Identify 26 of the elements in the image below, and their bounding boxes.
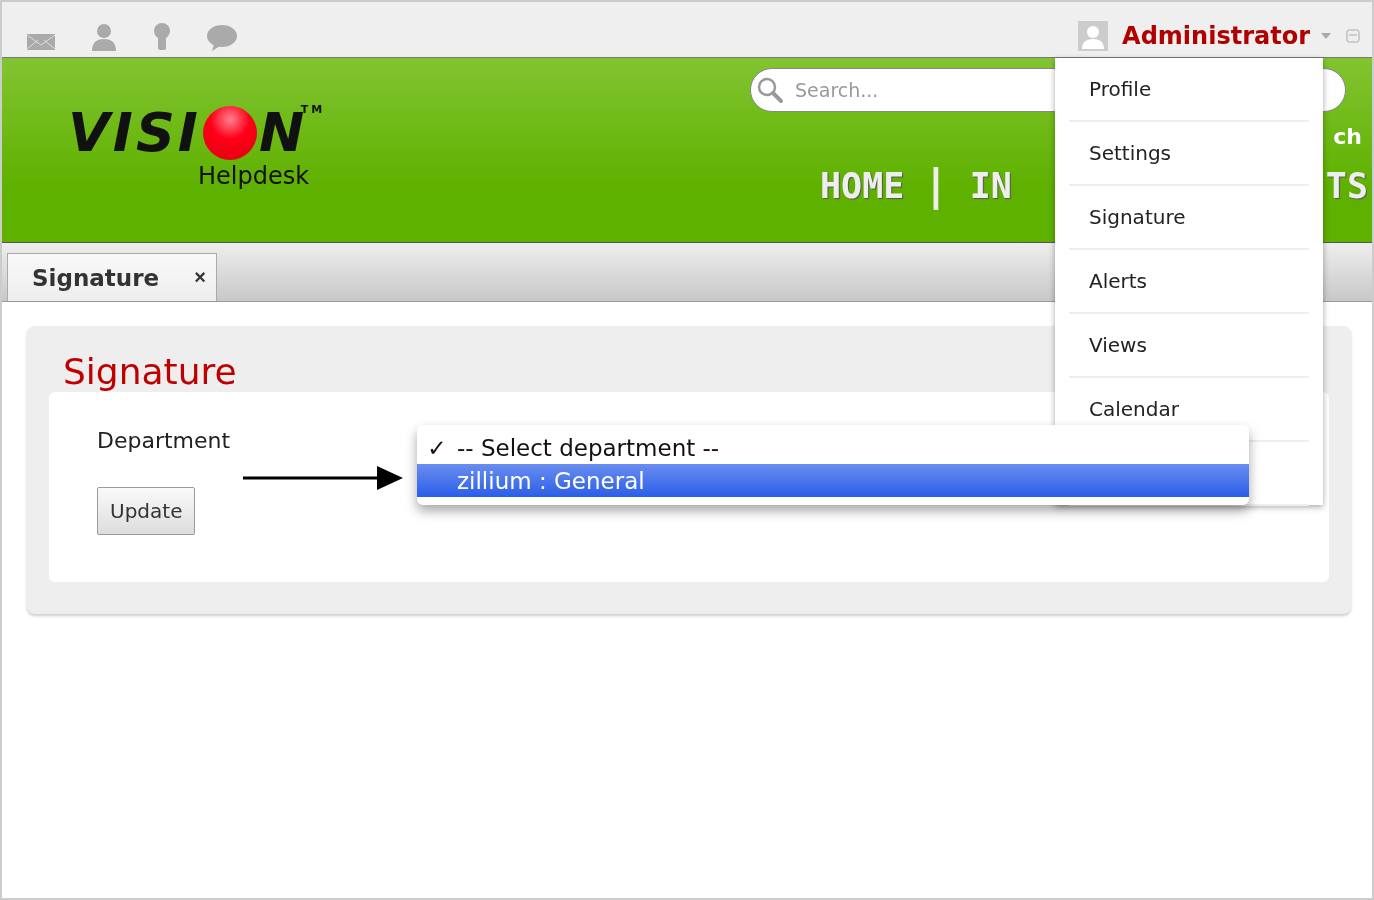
panel-title: Signature	[63, 352, 238, 392]
logo-wordmark: VISI N$^{TM}$	[68, 106, 326, 160]
check-mark: ✓	[427, 434, 447, 461]
field-label: Department	[97, 427, 231, 453]
logo-subtitle: Helpdesk	[198, 162, 310, 190]
menu-item[interactable]: Settings	[1089, 141, 1172, 165]
menu-item[interactable]: Calendar	[1089, 397, 1179, 421]
user-menu-button[interactable]: Administrator	[1122, 22, 1332, 50]
caret-icon	[1320, 32, 1332, 40]
search-icon	[756, 76, 784, 104]
menu-item[interactable]: Views	[1089, 333, 1147, 357]
speech-bubble-icon[interactable]	[206, 24, 238, 52]
update-button[interactable]: Update	[97, 486, 196, 535]
lightbulb-icon[interactable]	[152, 22, 172, 52]
menu-item[interactable]: Alerts	[1089, 269, 1148, 293]
menu-item[interactable]: Signature	[1089, 205, 1186, 229]
close-tab-button[interactable]: ×	[194, 266, 206, 289]
menu-item[interactable]: Profile	[1089, 77, 1152, 101]
select-option[interactable]: zillium : General	[417, 464, 1249, 497]
envelope-icon[interactable]	[26, 32, 56, 52]
select-option[interactable]: ✓ -- Select department --	[417, 431, 1249, 464]
person-icon[interactable]	[90, 22, 118, 52]
window-icon[interactable]	[1346, 29, 1360, 43]
avatar-icon	[1078, 21, 1109, 51]
tab[interactable]: Signature ×	[7, 253, 217, 301]
arrow-icon	[243, 463, 403, 492]
